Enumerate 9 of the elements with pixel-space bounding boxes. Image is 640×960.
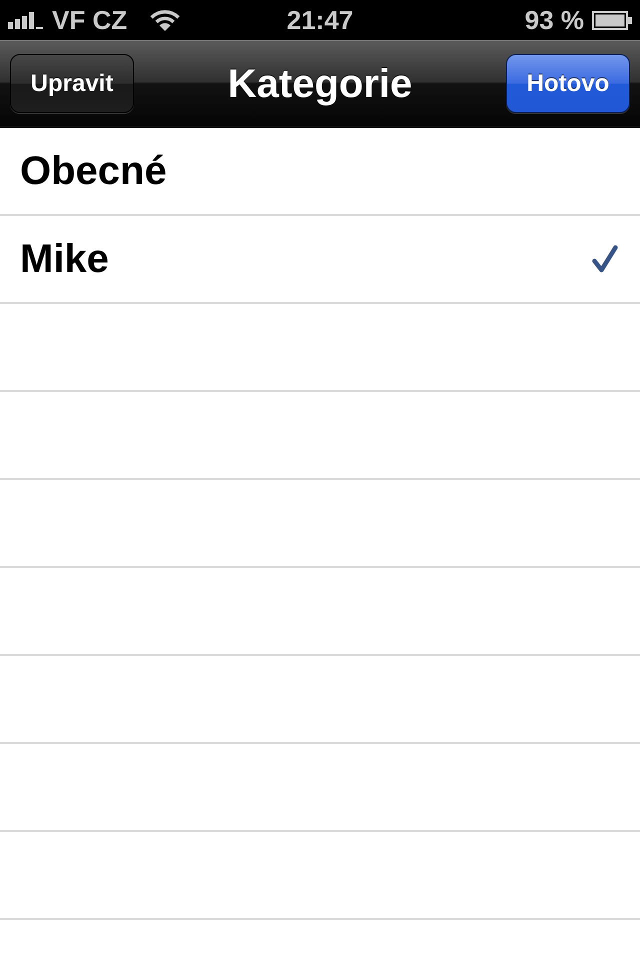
- edit-button[interactable]: Upravit: [10, 54, 134, 113]
- carrier-name: VF CZ: [52, 5, 128, 35]
- done-button[interactable]: Hotovo: [506, 54, 630, 113]
- battery-percent: 93 %: [524, 5, 584, 35]
- signal-icon: [8, 12, 43, 28]
- nav-title: Kategorie: [226, 60, 414, 108]
- status-time: 21:47: [286, 5, 354, 35]
- wifi-icon: [150, 10, 180, 30]
- battery-icon: [592, 10, 632, 30]
